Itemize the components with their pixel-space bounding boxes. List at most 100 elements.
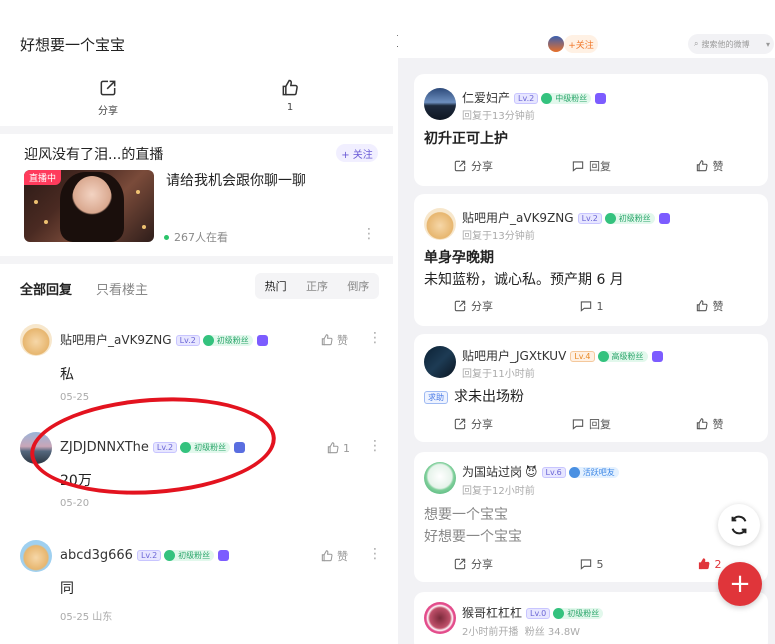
card-username[interactable]: 贴吧用户_aVK9ZNG Lv.2 初级粉丝: [462, 209, 670, 226]
card-action-bar: 分享 5 2: [414, 556, 768, 572]
section-divider: [0, 256, 393, 264]
reply-like-button[interactable]: 1: [326, 441, 350, 455]
post-detail-pane: 好想要一个宝宝 分享 1 迎风没有了泪...的直播 + 关注 直播中 请给我机会…: [0, 0, 393, 644]
card-body-line: 好想要一个宝宝: [424, 529, 522, 545]
avatar[interactable]: [548, 36, 564, 52]
member-icon: [218, 550, 230, 561]
share-button[interactable]: 分享: [414, 556, 532, 572]
share-button[interactable]: 分享: [414, 298, 532, 314]
card-username[interactable]: 仁爱妇产 Lv.2 中级粉丝: [462, 89, 607, 106]
card-action-bar: 分享 回复 赞: [414, 158, 768, 174]
like-button[interactable]: 赞: [650, 416, 768, 432]
like-button[interactable]: 1: [280, 78, 300, 113]
level-badge: Lv.2: [175, 335, 200, 346]
reply-time: 回复于12小时前: [462, 486, 535, 497]
tab-op-only[interactable]: 只看楼主: [96, 279, 148, 298]
avatar[interactable]: [424, 602, 456, 634]
avatar[interactable]: [20, 324, 52, 356]
gem-icon: [164, 550, 176, 561]
reply-time: 回复于13分钟前: [462, 111, 535, 122]
card-body: 未知蓝粉，诚心私。预产期 6 月: [424, 272, 624, 288]
username-text: 仁爱妇产: [462, 91, 511, 105]
like-label: 赞: [712, 160, 724, 173]
reply-time: 回复于11小时前: [462, 369, 535, 380]
thumbs-up-icon: [321, 550, 333, 562]
share-button[interactable]: 分享: [414, 158, 532, 174]
reply-label: 回复: [589, 418, 611, 431]
more-icon[interactable]: ⋮: [368, 546, 382, 562]
card-username[interactable]: 为国站过岗 😈 Lv.6 活跃吧友: [462, 463, 619, 480]
reply-username[interactable]: 贴吧用户_aVK9ZNG Lv.2 初级粉丝: [60, 331, 268, 348]
plus-icon: +: [729, 569, 751, 599]
thumbs-up-filled-icon: [698, 558, 709, 570]
fan-badge-text: 活跃吧友: [582, 468, 615, 477]
gem-icon: [541, 93, 553, 104]
username-text: 贴吧用户_aVK9ZNG: [60, 333, 172, 347]
reply-button[interactable]: 回复: [532, 416, 650, 432]
more-icon[interactable]: ⋮: [368, 330, 382, 346]
thumbs-up-icon: [696, 418, 707, 430]
avatar[interactable]: [424, 346, 456, 378]
level-badge: Lv.0: [526, 608, 551, 619]
live-start-time: 2小时前开播: [462, 627, 519, 638]
share-label: 分享: [471, 558, 493, 571]
fan-badge-text: 初级粉丝: [178, 551, 211, 560]
username-text: 贴吧用户_aVK9ZNG: [462, 211, 574, 225]
reply-button[interactable]: 1: [532, 298, 650, 314]
card-username[interactable]: 贴吧用户_JGXtKUV Lv.4 高级粉丝: [462, 347, 663, 364]
reply-card: 猴哥杠杠杠 Lv.0 初级粉丝 2小时前开播 粉丝 34.8W: [414, 592, 768, 644]
card-username[interactable]: 猴哥杠杠杠 Lv.0 初级粉丝: [462, 604, 604, 621]
live-badge: 直播中: [24, 170, 62, 185]
refresh-button[interactable]: [718, 504, 760, 546]
sort-asc[interactable]: 正序: [306, 278, 328, 294]
like-label: 赞: [337, 550, 348, 563]
like-label: 赞: [712, 300, 724, 313]
comment-icon: [572, 161, 584, 172]
tab-all-replies[interactable]: 全部回复: [20, 279, 72, 298]
level-badge: Lv.6: [541, 467, 566, 478]
like-button[interactable]: 赞: [650, 298, 768, 314]
username-text: 为国站过岗: [462, 465, 523, 479]
live-caption: 请给我机会跟你聊一聊: [166, 173, 306, 189]
sort-hot[interactable]: 热门: [265, 278, 287, 294]
follow-button[interactable]: +关注: [564, 35, 598, 53]
reply-button[interactable]: 5: [532, 556, 650, 572]
search-input[interactable]: ⌕ 搜索他的微博 ▾: [688, 34, 774, 54]
new-post-button[interactable]: +: [718, 562, 762, 606]
avatar[interactable]: [20, 540, 52, 572]
fan-badge: 初级粉丝: [553, 608, 604, 619]
avatar[interactable]: [424, 88, 456, 120]
like-button[interactable]: 赞: [650, 158, 768, 174]
live-title[interactable]: 迎风没有了泪...的直播: [24, 144, 163, 164]
fan-count: 粉丝 34.8W: [524, 627, 581, 638]
fan-badge-text: 初级粉丝: [216, 336, 249, 345]
share-button[interactable]: 分享: [414, 416, 532, 432]
avatar[interactable]: [424, 462, 456, 494]
reply-card: 为国站过岗 😈 Lv.6 活跃吧友 回复于12小时前 想要一个宝宝 好想要一个宝宝 分…: [414, 452, 768, 582]
reply-card: 贴吧用户_aVK9ZNG Lv.2 初级粉丝 回复于13分钟前 单身孕晚期 未知蓝粉…: [414, 194, 768, 326]
fan-badge-text: 高级粉丝: [611, 352, 644, 361]
gem-icon: [597, 351, 609, 362]
gem-icon: [568, 467, 580, 478]
more-icon[interactable]: ⋮: [362, 226, 376, 242]
member-icon: [651, 351, 663, 362]
gem-icon: [553, 608, 565, 619]
reply-count: 1: [596, 299, 604, 313]
more-icon[interactable]: ⋮: [368, 438, 382, 454]
live-thumbnail[interactable]: 直播中: [24, 170, 154, 242]
bokeh-light: [34, 200, 38, 204]
like-count: 2: [714, 557, 722, 571]
reply-username[interactable]: abcd3g666 Lv.2 初级粉丝: [60, 548, 230, 563]
fan-badge: 高级粉丝: [597, 351, 648, 362]
reply-button[interactable]: 回复: [532, 158, 650, 174]
share-button[interactable]: 分享: [98, 78, 118, 117]
comment-icon: [580, 559, 591, 570]
sort-desc[interactable]: 倒序: [347, 278, 369, 294]
reply-like-button[interactable]: 赞: [320, 548, 348, 564]
avatar[interactable]: [424, 208, 456, 240]
follow-live-button[interactable]: + 关注: [336, 144, 378, 162]
streamer-face: [72, 176, 112, 222]
thumbs-up-icon: [696, 300, 707, 312]
reply-like-button[interactable]: 赞: [320, 332, 348, 348]
share-icon: [100, 80, 116, 96]
